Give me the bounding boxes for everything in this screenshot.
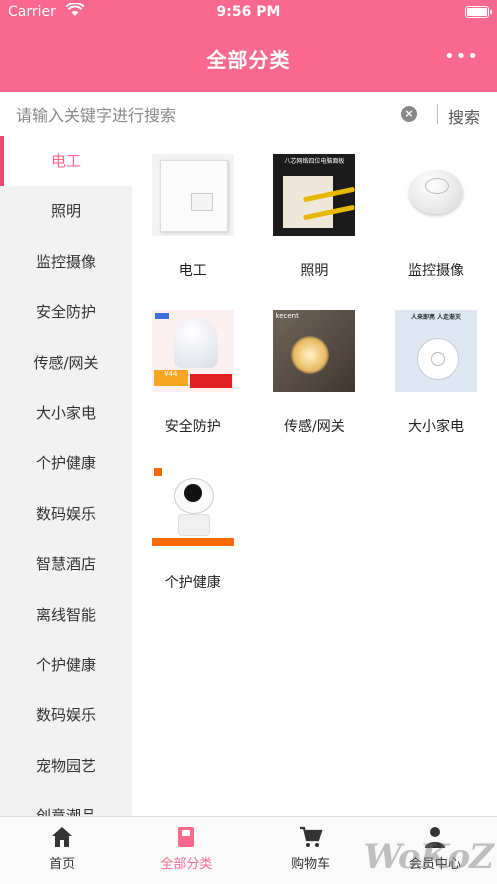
category-grid-panel: 电工 八芯网络四位电脑面板 照明 监控摄像 ¥44 安全防护 kecent 传感…	[132, 136, 497, 816]
category-card[interactable]: ¥44 安全防护	[132, 310, 254, 466]
category-icon	[174, 825, 198, 849]
wall-socket-panel-image	[151, 154, 234, 236]
network-panel-image: 八芯网络四位电脑面板	[273, 154, 356, 236]
sidebar-item-digital[interactable]: 数码娱乐	[0, 489, 132, 539]
sidebar-item-digital-2[interactable]: 数码娱乐	[0, 690, 132, 740]
category-grid: 电工 八芯网络四位电脑面板 照明 监控摄像 ¥44 安全防护 kecent 传感…	[132, 136, 497, 622]
tab-label: 购物车	[291, 857, 331, 872]
ceiling-sensor-image: 人来即亮 人走渐灭	[394, 310, 477, 392]
sidebar-item-personal-care-2[interactable]: 个护健康	[0, 640, 132, 690]
sidebar-item-smart-hotel[interactable]: 智慧酒店	[0, 539, 132, 589]
status-bar: Carrier 9:56 PM	[8, 2, 492, 22]
home-icon	[50, 825, 74, 849]
tab-label: 首页	[49, 857, 76, 872]
tab-home[interactable]: 首页	[0, 817, 124, 884]
sidebar-item-pets-garden[interactable]: 宠物园艺	[0, 741, 132, 791]
sidebar-item-security[interactable]: 安全防护	[0, 287, 132, 337]
search-button[interactable]: 搜索	[448, 104, 480, 128]
thumb-caption: 八芯网络四位电脑面板	[284, 158, 345, 165]
battery-icon	[465, 6, 492, 18]
category-label: 大小家电	[407, 419, 464, 435]
category-card[interactable]: kecent 传感/网关	[254, 310, 376, 466]
smoke-detector-image	[394, 154, 477, 236]
category-label: 传感/网关	[284, 419, 345, 435]
sidebar-item-creative[interactable]: 创意潮品	[0, 791, 132, 816]
cart-icon	[299, 825, 323, 849]
status-time: 9:56 PM	[216, 4, 281, 20]
category-label: 安全防护	[164, 419, 221, 435]
sidebar-item-offline-smart[interactable]: 离线智能	[0, 590, 132, 640]
night-light-sensor-image: ¥44	[151, 310, 234, 392]
sidebar-item-personal-care[interactable]: 个护健康	[0, 438, 132, 488]
category-card[interactable]: 电工	[132, 154, 254, 310]
category-card[interactable]: 个护健康	[132, 466, 254, 622]
thumb-price: ¥44	[153, 370, 188, 386]
search-bar: × 搜索	[0, 92, 497, 137]
tab-cart[interactable]: 购物车	[249, 817, 373, 884]
category-label: 照明	[300, 263, 329, 279]
category-label: 监控摄像	[407, 263, 464, 279]
sidebar-item-surveillance[interactable]: 监控摄像	[0, 237, 132, 287]
category-label: 个护健康	[164, 575, 221, 591]
sidebar-item-lighting[interactable]: 照明	[0, 186, 132, 236]
category-sidebar[interactable]: 电工 照明 监控摄像 安全防护 传感/网关 大小家电 个护健康 数码娱乐 智慧酒…	[0, 136, 132, 816]
search-input[interactable]	[14, 101, 388, 129]
sidebar-item-sensor-gateway[interactable]: 传感/网关	[0, 338, 132, 388]
app-header: Carrier 9:56 PM 全部分类 •••	[0, 0, 497, 92]
clear-icon[interactable]: ×	[401, 106, 417, 122]
sidebar-item-electrician[interactable]: 电工	[0, 136, 132, 187]
category-card[interactable]: 八芯网络四位电脑面板 照明	[254, 154, 376, 310]
more-options-button[interactable]: •••	[444, 46, 479, 67]
search-divider	[437, 104, 438, 124]
category-card[interactable]: 人来即亮 人走渐灭 大小家电	[375, 310, 497, 466]
camera-image	[151, 466, 234, 548]
thumb-brand: kecent	[275, 312, 299, 320]
thumb-caption: 人来即亮 人走渐灭	[410, 314, 462, 321]
sidebar-item-appliances[interactable]: 大小家电	[0, 388, 132, 438]
watermark-logo: WoKoZ	[363, 837, 494, 877]
tab-label: 全部分类	[160, 857, 213, 872]
category-label: 电工	[178, 263, 207, 279]
thumb-brand	[153, 468, 162, 476]
category-card[interactable]: 监控摄像	[375, 154, 497, 310]
page-title: 全部分类	[206, 48, 291, 72]
induction-lamp-image: kecent	[273, 310, 356, 392]
tab-categories[interactable]: 全部分类	[124, 817, 248, 884]
